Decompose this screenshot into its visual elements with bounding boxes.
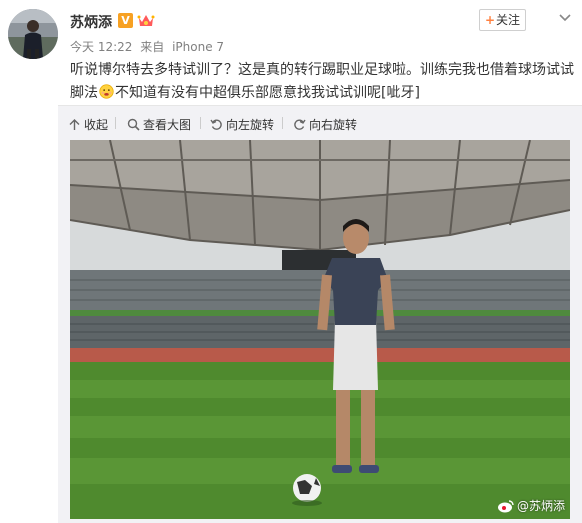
view-large-label: 查看大图: [143, 118, 192, 132]
media-toolbar: 收起 查看大图 向左旋转 向右旋转: [58, 105, 582, 140]
post-source[interactable]: iPhone 7: [172, 40, 224, 54]
plus-icon: +: [484, 13, 496, 27]
toolbar-divider: [282, 117, 283, 129]
rotate-right-icon: [294, 119, 306, 130]
toolbar-divider: [115, 117, 116, 129]
post-photo[interactable]: [70, 140, 570, 519]
avatar-image: [8, 9, 58, 59]
face-emoji-icon: [99, 84, 114, 99]
rotate-right-label: 向右旋转: [309, 118, 358, 132]
watermark-text: @苏炳添: [517, 499, 566, 513]
follow-label: 关注: [496, 13, 521, 27]
post-meta: 今天 12:22 来自 iPhone 7: [70, 38, 228, 55]
post-text: 听说博尔特去多特试训了？这是真的转行踢职业足球啦。训练完我也借着球场试试脚法 不知…: [70, 59, 575, 105]
view-large-button[interactable]: 查看大图: [127, 116, 191, 133]
rotate-left-icon: [210, 119, 222, 130]
source-prefix: 来自: [140, 40, 165, 54]
rotate-left-label: 向左旋转: [226, 118, 275, 132]
weibo-icon: [498, 500, 514, 513]
avatar[interactable]: [8, 9, 58, 59]
chevron-down-icon[interactable]: [559, 14, 571, 22]
collapse-button[interactable]: 收起: [68, 116, 108, 133]
watermark: @苏炳添: [497, 497, 565, 514]
rotate-left-button[interactable]: 向左旋转: [210, 116, 274, 133]
collapse-label: 收起: [84, 118, 109, 132]
toolbar-divider: [200, 117, 201, 129]
post-time[interactable]: 今天 12:22: [70, 40, 132, 54]
search-icon: [127, 118, 140, 131]
crown-icon[interactable]: [137, 12, 155, 28]
rotate-right-button[interactable]: 向右旋转: [293, 116, 357, 133]
post-text-part2: 不知道有没有中超俱乐部愿意找我试试训呢[呲牙]: [115, 85, 420, 101]
verified-badge[interactable]: V: [118, 13, 133, 28]
follow-button[interactable]: +关注: [479, 9, 526, 31]
collapse-icon: [69, 119, 80, 130]
username[interactable]: 苏炳添: [70, 12, 112, 32]
